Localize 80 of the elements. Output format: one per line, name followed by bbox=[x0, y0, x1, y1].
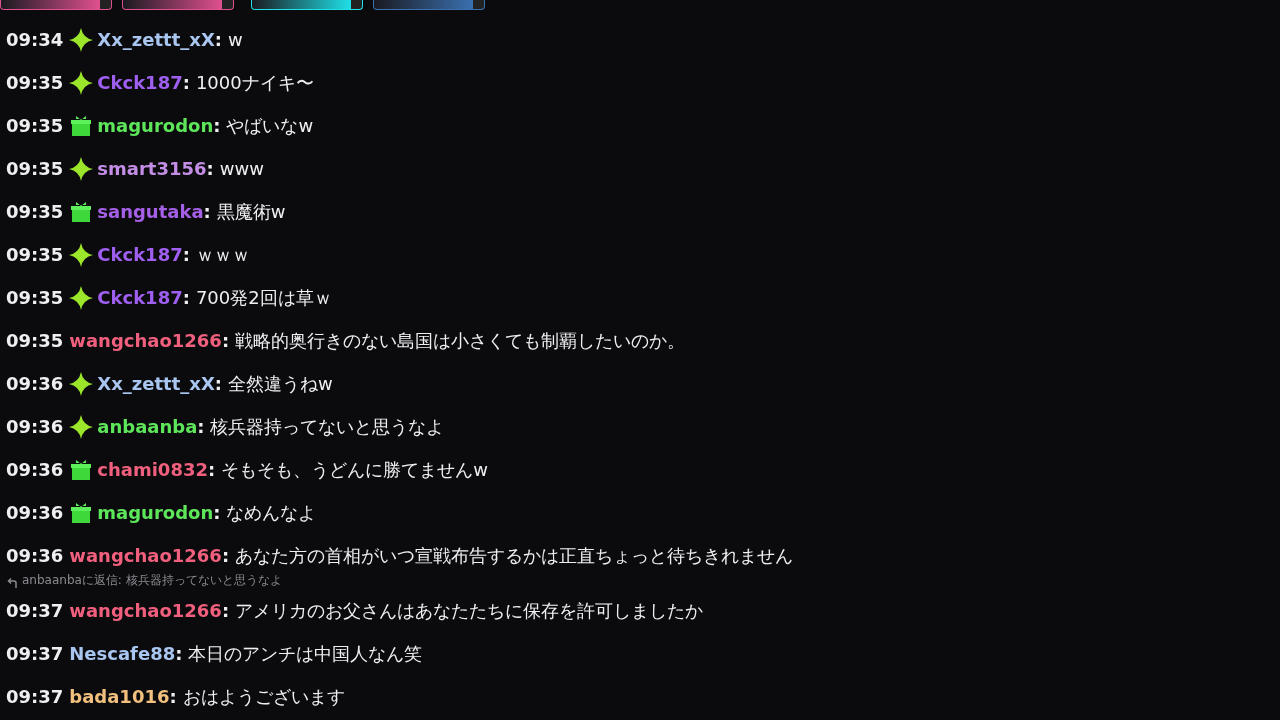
colon: : bbox=[214, 373, 222, 394]
username[interactable]: chami0832 bbox=[97, 459, 208, 480]
colon: : bbox=[182, 287, 190, 308]
chat-message: 本日のアンチは中国人なん笑 bbox=[188, 641, 423, 666]
sparkle-badge-icon bbox=[69, 414, 94, 439]
colon: : bbox=[206, 158, 214, 179]
timestamp: 09:36 bbox=[6, 416, 64, 437]
chat-message: アメリカのお父さんはあなたたちに保存を許可しましたか bbox=[235, 598, 704, 623]
username[interactable]: wangchao1266 bbox=[69, 545, 222, 566]
colon: : bbox=[182, 244, 190, 265]
chat-message: あなた方の首相がいつ宣戦布告するかは正直ちょっと待ちきれません bbox=[235, 543, 794, 568]
sparkle-badge-icon bbox=[69, 27, 94, 52]
colon: : bbox=[214, 29, 222, 50]
colon: : bbox=[207, 459, 216, 480]
chat-message: ｗｗｗ bbox=[195, 242, 250, 267]
colon: : bbox=[197, 416, 205, 437]
chat-message: www bbox=[219, 158, 264, 179]
sparkle-badge-icon bbox=[69, 70, 94, 95]
chat-message: 全然違うねw bbox=[228, 371, 333, 396]
username[interactable]: Xx_zettt_xX bbox=[97, 373, 215, 394]
timestamp: 09:35 bbox=[6, 287, 64, 308]
chat-message: やばいなw bbox=[226, 113, 314, 138]
timestamp: 09:37 bbox=[6, 686, 64, 707]
sparkle-badge-icon bbox=[69, 156, 94, 181]
colon: : bbox=[221, 330, 230, 351]
reply-icon bbox=[6, 577, 18, 589]
colon: : bbox=[213, 502, 221, 523]
username[interactable]: smart3156 bbox=[97, 158, 207, 179]
gift-badge-icon bbox=[69, 457, 94, 482]
username[interactable]: Ckck187 bbox=[97, 72, 183, 93]
colon: : bbox=[221, 545, 230, 566]
colon: : bbox=[169, 686, 177, 707]
reply-context: anbaanbaに返信: 核兵器持ってないと思うなよ bbox=[22, 572, 282, 589]
emote-card[interactable] bbox=[251, 0, 363, 10]
timestamp: 09:34 bbox=[6, 29, 64, 50]
chat-message: 核兵器持ってないと思うなよ bbox=[210, 414, 445, 439]
username[interactable]: Ckck187 bbox=[97, 244, 183, 265]
gift-badge-icon bbox=[69, 113, 94, 138]
chat-message: 1000ナイキ〜 bbox=[195, 70, 314, 95]
chat-message: おはようございます bbox=[182, 684, 345, 709]
username[interactable]: wangchao1266 bbox=[69, 330, 222, 351]
chat-message: そもそも、うどんに勝てませんw bbox=[221, 457, 488, 482]
sparkle-badge-icon bbox=[69, 285, 94, 310]
colon: : bbox=[203, 201, 211, 222]
colon: : bbox=[182, 72, 190, 93]
timestamp: 09:36 bbox=[6, 545, 64, 566]
username[interactable]: Nescafe88 bbox=[69, 643, 176, 664]
sparkle-badge-icon bbox=[69, 242, 94, 267]
sparkle-badge-icon bbox=[69, 371, 94, 396]
colon: : bbox=[213, 115, 221, 136]
timestamp: 09:36 bbox=[6, 502, 64, 523]
username[interactable]: magurodon bbox=[97, 502, 214, 523]
chat-message: 戦略的奥行きのない島国は小さくても制覇したいのか。 bbox=[235, 328, 686, 353]
username[interactable]: sangutaka bbox=[97, 201, 204, 222]
chat-message: 黒魔術w bbox=[216, 199, 286, 224]
gift-badge-icon bbox=[69, 500, 94, 525]
timestamp: 09:35 bbox=[6, 72, 64, 93]
username[interactable]: wangchao1266 bbox=[69, 600, 222, 621]
timestamp: 09:35 bbox=[6, 330, 64, 351]
username[interactable]: magurodon bbox=[97, 115, 214, 136]
username[interactable]: Ckck187 bbox=[97, 287, 183, 308]
timestamp: 09:35 bbox=[6, 115, 64, 136]
colon: : bbox=[175, 643, 183, 664]
timestamp: 09:36 bbox=[6, 459, 64, 480]
chat-message: 700発2回は草ｗ bbox=[195, 285, 332, 310]
colon: : bbox=[221, 600, 230, 621]
username[interactable]: bada1016 bbox=[69, 686, 170, 707]
emote-card[interactable] bbox=[0, 0, 112, 10]
emote-card[interactable] bbox=[122, 0, 234, 10]
timestamp: 09:35 bbox=[6, 158, 64, 179]
username[interactable]: anbaanba bbox=[97, 416, 198, 437]
timestamp: 09:35 bbox=[6, 244, 64, 265]
timestamp: 09:37 bbox=[6, 643, 64, 664]
timestamp: 09:37 bbox=[6, 600, 64, 621]
username[interactable]: Xx_zettt_xX bbox=[97, 29, 215, 50]
timestamp: 09:35 bbox=[6, 201, 64, 222]
chat-message: なめんなよ bbox=[226, 500, 317, 525]
gift-badge-icon bbox=[69, 199, 94, 224]
chat-message: w bbox=[228, 29, 243, 50]
timestamp: 09:36 bbox=[6, 373, 64, 394]
